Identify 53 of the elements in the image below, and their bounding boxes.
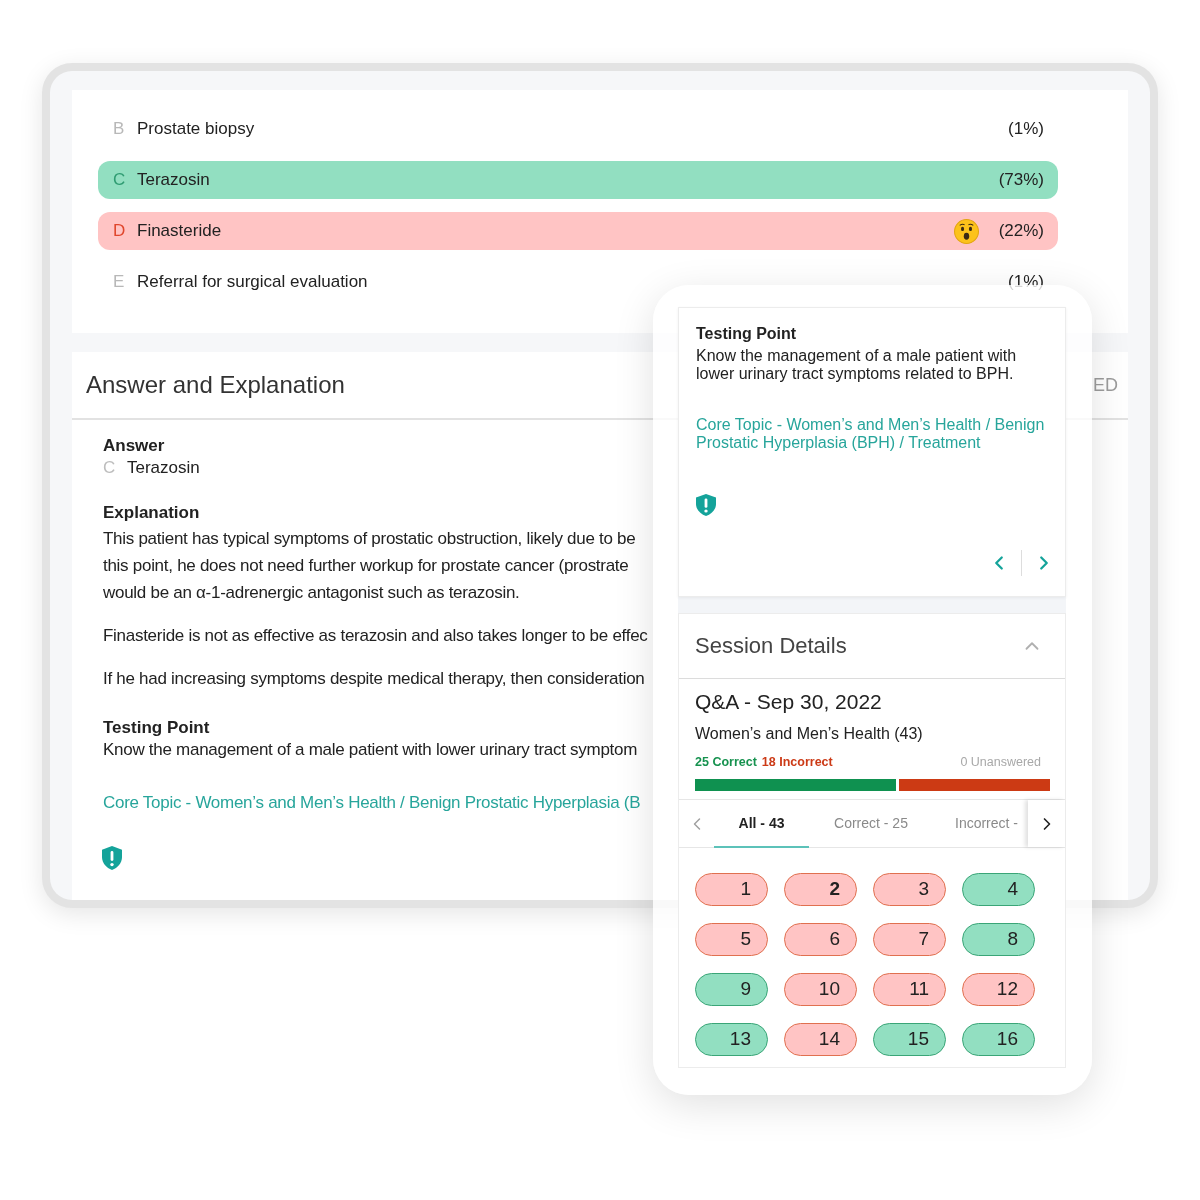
- explanation-paragraph: If he had increasing symptoms despite medical therapy, then consideration: [103, 668, 645, 690]
- option-percent: (22%): [998, 220, 1044, 242]
- unanswered-count: 0 Unanswered: [960, 754, 1041, 770]
- testing-point-text: Know the management of a male patient with lower urinary tract symptom: [103, 739, 638, 761]
- option-letter: D: [113, 220, 127, 242]
- option-letter: E: [113, 271, 126, 293]
- question-number-button[interactable]: 11: [873, 973, 946, 1006]
- question-number-button[interactable]: 13: [695, 1023, 768, 1056]
- correct-count: 25 Correct: [695, 754, 757, 770]
- shield-exclamation-icon: [102, 846, 122, 870]
- option-letter: B: [113, 118, 126, 140]
- section-title: Answer and Explanation: [86, 370, 345, 400]
- question-number-button[interactable]: 8: [962, 923, 1035, 956]
- session-title: Q&A - Sep 30, 2022: [695, 689, 883, 715]
- explanation-paragraph: Finasteride is not as effective as terazosin and also takes longer to be effec: [103, 625, 648, 647]
- option-label: Finasteride: [137, 220, 222, 242]
- question-number-button[interactable]: 3: [873, 873, 946, 906]
- incorrect-count: 18 Incorrect: [761, 754, 833, 770]
- question-number-button[interactable]: 6: [784, 923, 857, 956]
- option-letter: C: [113, 169, 127, 191]
- filter-tab[interactable]: Correct - 25: [809, 800, 933, 847]
- question-number-button[interactable]: 4: [962, 873, 1035, 906]
- question-number-button[interactable]: 15: [873, 1023, 946, 1056]
- question-number-button[interactable]: 7: [873, 923, 946, 956]
- question-number-button[interactable]: 14: [784, 1023, 857, 1056]
- question-number-button[interactable]: 5: [695, 923, 768, 956]
- testing-point-heading: Testing Point: [696, 324, 797, 344]
- testing-point-heading: Testing Point: [103, 717, 210, 739]
- status-label-fragment: ED: [1093, 374, 1118, 397]
- scroll-right-button[interactable]: [1028, 800, 1065, 847]
- question-number-button[interactable]: 9: [695, 973, 768, 1006]
- answer-letter: C: [103, 457, 117, 479]
- question-number-button[interactable]: 10: [784, 973, 857, 1006]
- option-percent: (1%): [1008, 118, 1044, 140]
- section-title: Session Details: [695, 632, 847, 660]
- option-label: Prostate biopsy: [137, 118, 255, 140]
- filter-tab[interactable]: Incorrect -: [933, 800, 1028, 847]
- answer-label: Terazosin: [127, 457, 200, 479]
- explanation-heading: Explanation: [103, 502, 200, 524]
- question-number-button[interactable]: 16: [962, 1023, 1035, 1056]
- option-label: Referral for surgical evaluation: [137, 271, 368, 293]
- filter-tab[interactable]: All - 43: [714, 800, 809, 847]
- shield-exclamation-icon: [696, 494, 716, 516]
- option-label: Terazosin: [137, 169, 210, 191]
- session-subject: Women’s and Men’s Health (43): [695, 724, 924, 744]
- question-number-button[interactable]: 12: [962, 973, 1035, 1006]
- explanation-paragraph: This patient has typical symptoms of prostatic obstruction, likely due to be this point, he does not need further workup for prostate cancer (prostrate would be an α-1-adrenergic antagonist such as terazosin.: [103, 528, 636, 604]
- option-percent: (73%): [998, 169, 1044, 191]
- option-percent: (1%): [1008, 271, 1044, 293]
- answer-heading: Answer: [103, 436, 165, 456]
- question-number-button[interactable]: 1: [695, 873, 768, 906]
- testing-point-text: Know the management of a male patient with lower urinary tract symptoms related to BPH.: [696, 347, 1018, 383]
- question-number-button[interactable]: 2: [784, 873, 857, 906]
